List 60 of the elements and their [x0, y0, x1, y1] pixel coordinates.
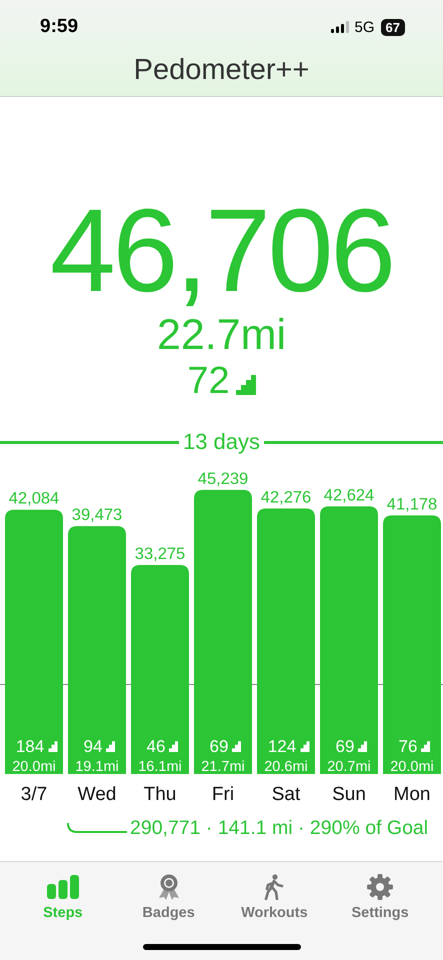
summary-text: 290,771 · 141.1 mi · 290% of Goal — [130, 817, 428, 840]
stairs-icon — [236, 375, 256, 395]
day-label: Fri — [212, 784, 234, 805]
day-label: Wed — [78, 784, 116, 805]
bracket-line — [67, 823, 127, 835]
network-label: 5G — [354, 18, 375, 36]
bar-floors: 76 — [398, 737, 418, 756]
bar-floors: 69 — [336, 737, 354, 756]
step-bar[interactable] — [383, 515, 441, 774]
bar-chart-icon — [46, 874, 79, 900]
stairs-icon — [358, 741, 367, 752]
stairs-icon — [48, 741, 58, 752]
step-bar[interactable] — [131, 565, 189, 774]
bar-value: 45,239 — [198, 470, 248, 488]
bar-distance: 20.0mi — [12, 759, 56, 775]
walking-person-icon — [264, 874, 284, 900]
bar-floors: 69 — [210, 737, 228, 756]
step-bar[interactable] — [194, 490, 252, 774]
bar-value: 42,624 — [324, 486, 374, 504]
status-time: 9:59 — [40, 16, 78, 38]
tab-button[interactable]: Steps — [14, 870, 111, 925]
day-label: 3/7 — [20, 784, 48, 805]
step-bar[interactable] — [257, 508, 315, 774]
battery-icon: 67 — [380, 18, 405, 36]
bar-value: 42,084 — [8, 490, 60, 508]
step-bar[interactable] — [5, 510, 63, 774]
tab-button[interactable]: Badges — [120, 870, 217, 925]
bar-floors: 184 — [16, 737, 44, 756]
range-label: 13 days — [182, 429, 260, 455]
bar-distance: 20.7mi — [327, 759, 371, 775]
bar-distance: 19.1mi — [75, 759, 119, 775]
bar-distance: 20.0mi — [390, 759, 434, 775]
floors-value: 72 — [187, 359, 230, 403]
bar-value: 41,178 — [386, 495, 438, 514]
day-label: Mon — [394, 784, 430, 805]
app-title: Pedometer++ — [134, 54, 310, 87]
step-bar[interactable] — [320, 506, 378, 774]
bar-floors: 124 — [268, 737, 296, 756]
bar-floors: 94 — [84, 737, 102, 756]
day-label: Sun — [332, 784, 366, 805]
bar-value: 42,276 — [260, 488, 312, 506]
day-label: Thu — [144, 784, 176, 805]
stairs-icon — [232, 741, 241, 752]
stairs-icon — [106, 741, 115, 752]
distance-value: 22.7mi — [156, 311, 286, 359]
step-count: 46,706 — [50, 195, 393, 307]
bar-distance: 20.6mi — [264, 759, 308, 775]
tab-button[interactable]: Workouts — [226, 870, 322, 925]
stairs-icon — [169, 741, 178, 752]
day-label: Sat — [272, 784, 300, 805]
bar-value: 39,473 — [72, 506, 122, 524]
bar-distance: 16.1mi — [138, 759, 182, 775]
tab-button[interactable]: Settings — [332, 870, 428, 925]
stairs-icon — [300, 741, 310, 752]
bar-floors: 46 — [146, 737, 166, 756]
bar-distance: 21.7mi — [201, 759, 245, 775]
stairs-icon — [421, 741, 430, 752]
bar-value: 33,275 — [134, 545, 186, 564]
step-bar[interactable] — [68, 526, 126, 774]
signal-icon — [330, 21, 349, 33]
